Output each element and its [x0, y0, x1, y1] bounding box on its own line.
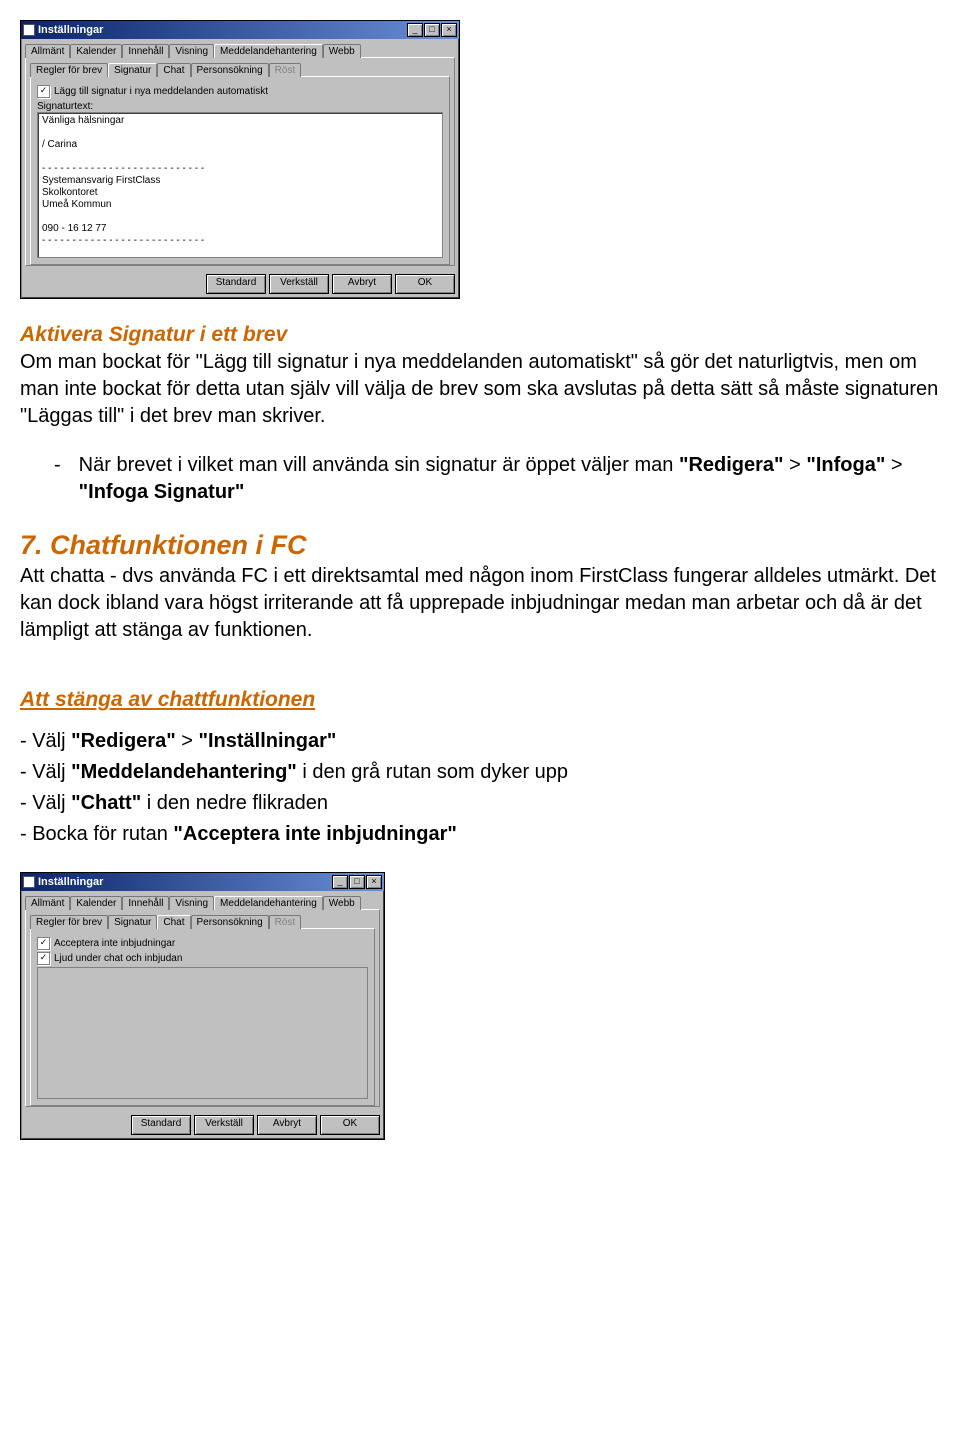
titlebar[interactable]: Inställningar _ □ ×	[21, 21, 459, 39]
maximize-button[interactable]: □	[424, 23, 440, 37]
cancel-button-2[interactable]: Avbryt	[257, 1115, 317, 1135]
document-body: Aktivera Signatur i ett brev Om man bock…	[20, 323, 940, 1140]
apply-button[interactable]: Verkställ	[269, 274, 329, 294]
apply-button-2[interactable]: Verkställ	[194, 1115, 254, 1135]
tab-message-handling-2[interactable]: Meddelandehantering	[214, 896, 323, 910]
maximize-button-2[interactable]: □	[349, 875, 365, 889]
heading-disable-chat: Att stänga av chattfunktionen	[20, 688, 940, 712]
chat-sound-checkbox[interactable]: ✓	[37, 952, 50, 965]
empty-pane	[37, 967, 368, 1099]
minimize-button[interactable]: _	[407, 23, 423, 37]
close-button[interactable]: ×	[441, 23, 457, 37]
standard-button[interactable]: Standard	[206, 274, 266, 294]
subtab-signature-2[interactable]: Signatur	[108, 915, 157, 929]
heading-activate-signature: Aktivera Signatur i ett brev	[20, 323, 940, 347]
auto-signature-checkbox[interactable]: ✓	[37, 85, 50, 98]
subtab-rules[interactable]: Regler för brev	[30, 63, 108, 77]
subtab-personsearch[interactable]: Personsökning	[191, 63, 269, 77]
menu-settings: "Inställningar"	[199, 730, 337, 752]
signature-textarea[interactable]: Vänliga hälsningar / Carina - - - - - - …	[37, 112, 443, 258]
cancel-button[interactable]: Avbryt	[332, 274, 392, 294]
paragraph-activate: Om man bockat för "Lägg till signatur i …	[20, 349, 940, 430]
window-title: Inställningar	[38, 24, 407, 36]
bullet-text: När brevet i vilket man vill använda sin…	[79, 454, 679, 476]
bullet-insert-signature: - När brevet i vilket man vill använda s…	[54, 452, 940, 506]
window-title-2: Inställningar	[38, 876, 332, 888]
tab-view[interactable]: Visning	[169, 44, 214, 58]
refuse-invites-checkbox[interactable]: ✓	[37, 937, 50, 950]
paragraph-chat: Att chatta - dvs använda FC i ett direkt…	[20, 563, 940, 644]
subtab-chat[interactable]: Chat	[157, 63, 190, 77]
tab-view-2[interactable]: Visning	[169, 896, 214, 910]
heading-chat-function: 7. Chatfunktionen i FC	[20, 530, 940, 561]
menu-edit: "Redigera"	[679, 454, 784, 476]
titlebar-2[interactable]: Inställningar _ □ ×	[21, 873, 384, 891]
tab-calendar[interactable]: Kalender	[70, 44, 122, 58]
menu-message-handling: "Meddelandehantering"	[71, 761, 297, 783]
signature-text-label: Signaturtext:	[37, 101, 443, 112]
subtab-personsearch-2[interactable]: Personsökning	[191, 915, 269, 929]
subtab-chat-2[interactable]: Chat	[157, 915, 190, 929]
tab-general[interactable]: Allmänt	[25, 44, 70, 58]
tab-content-2[interactable]: Innehåll	[122, 896, 169, 910]
auto-signature-label: Lägg till signatur i nya meddelanden aut…	[54, 86, 268, 97]
checkbox-refuse-invites: "Acceptera inte inbjudningar"	[173, 823, 456, 845]
close-button-2[interactable]: ×	[366, 875, 382, 889]
tab-content[interactable]: Innehåll	[122, 44, 169, 58]
ok-button[interactable]: OK	[395, 274, 455, 294]
menu-insert: "Infoga"	[806, 454, 885, 476]
tab-web-2[interactable]: Webb	[323, 896, 361, 910]
top-tab-row: Allmänt Kalender Innehåll Visning Meddel…	[25, 43, 455, 57]
tab-message-handling[interactable]: Meddelandehantering	[214, 44, 323, 58]
settings-dialog-signature: Inställningar _ □ × Allmänt Kalender Inn…	[20, 20, 460, 299]
subtab-signature[interactable]: Signatur	[108, 63, 157, 77]
subtab-voice[interactable]: Röst	[269, 63, 302, 77]
minimize-button-2[interactable]: _	[332, 875, 348, 889]
settings-dialog-chat: Inställningar _ □ × Allmänt Kalender Inn…	[20, 872, 385, 1140]
app-icon-2	[23, 876, 35, 888]
menu-edit-2: "Redigera"	[71, 730, 176, 752]
app-icon	[23, 24, 35, 36]
steps-list: - Välj "Redigera" > "Inställningar" - Vä…	[20, 726, 940, 850]
subtab-rules-2[interactable]: Regler för brev	[30, 915, 108, 929]
menu-chat: "Chatt"	[71, 792, 141, 814]
top-tab-row-2: Allmänt Kalender Innehåll Visning Meddel…	[25, 895, 380, 909]
sub-tab-row-2: Regler för brev Signatur Chat Personsökn…	[30, 914, 375, 928]
standard-button-2[interactable]: Standard	[131, 1115, 191, 1135]
tab-general-2[interactable]: Allmänt	[25, 896, 70, 910]
ok-button-2[interactable]: OK	[320, 1115, 380, 1135]
subtab-voice-2[interactable]: Röst	[269, 915, 302, 929]
tab-web[interactable]: Webb	[323, 44, 361, 58]
refuse-invites-label: Acceptera inte inbjudningar	[54, 938, 175, 949]
sub-tab-row: Regler för brev Signatur Chat Personsökn…	[30, 62, 450, 76]
dash-icon: -	[54, 452, 61, 506]
menu-insert-signature: "Infoga Signatur"	[79, 481, 245, 503]
chat-sound-label: Ljud under chat och inbjudan	[54, 953, 182, 964]
tab-calendar-2[interactable]: Kalender	[70, 896, 122, 910]
